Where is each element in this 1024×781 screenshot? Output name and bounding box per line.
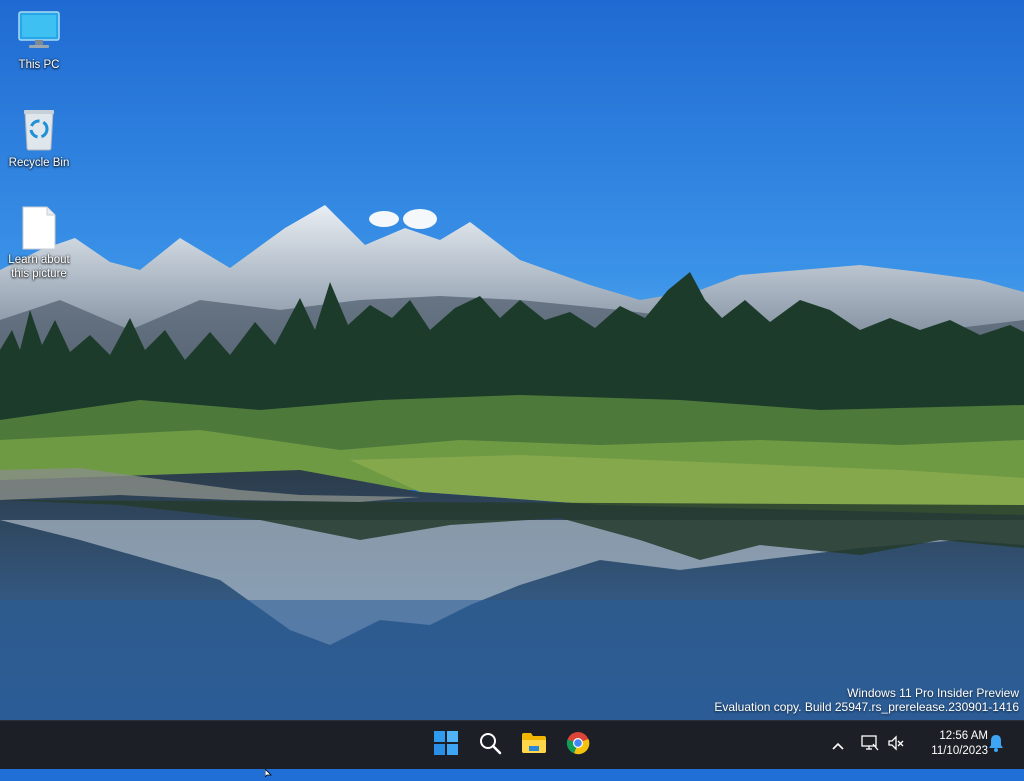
desktop-icon-this-pc[interactable]: This PC	[1, 10, 77, 72]
desktop-icon-label: Recycle Bin	[8, 157, 70, 169]
windows-logo-icon	[434, 731, 458, 759]
file-explorer-button[interactable]	[516, 727, 552, 763]
cursor-arrow-icon	[264, 768, 272, 778]
folder-icon	[521, 732, 547, 758]
recycle-bin-icon	[17, 108, 61, 152]
clock-time: 12:56 AM	[939, 730, 988, 742]
show-hidden-icons-button[interactable]	[828, 735, 848, 755]
network-button[interactable]	[860, 735, 880, 755]
clock-date: 11/10/2023	[931, 745, 988, 757]
watermark-edition: Windows 11 Pro Insider Preview	[847, 686, 1019, 700]
taskbar: 12:56 AM 11/10/2023	[0, 720, 1024, 769]
desktop-icon-label: Learn about this picture	[8, 254, 70, 280]
taskbar-clock[interactable]: 12:56 AM 11/10/2023	[931, 729, 988, 759]
monitor-icon	[17, 10, 61, 54]
evaluation-watermark: Windows 11 Pro Insider Preview Evaluatio…	[714, 686, 1019, 714]
document-icon	[17, 205, 61, 250]
desktop-wallpaper	[0, 0, 1024, 720]
watermark-build: Evaluation copy. Build 25947.rs_prerelea…	[714, 700, 1019, 714]
start-button[interactable]	[428, 727, 464, 763]
desktop-icon-label: This PC	[18, 59, 60, 71]
volume-button[interactable]	[886, 735, 906, 755]
chrome-icon	[566, 731, 590, 759]
chrome-button[interactable]	[560, 727, 596, 763]
network-icon	[861, 735, 879, 755]
chevron-up-icon	[831, 736, 845, 755]
search-button[interactable]	[472, 727, 508, 763]
desktop-icon-learn-about-picture[interactable]: Learn about this picture	[1, 205, 77, 281]
wallpaper-landscape	[0, 0, 1024, 720]
search-icon	[478, 731, 502, 759]
notification-button[interactable]	[986, 735, 1006, 755]
volume-muted-icon	[887, 735, 905, 755]
bell-icon	[988, 734, 1004, 756]
desktop-icon-recycle-bin[interactable]: Recycle Bin	[1, 108, 77, 170]
